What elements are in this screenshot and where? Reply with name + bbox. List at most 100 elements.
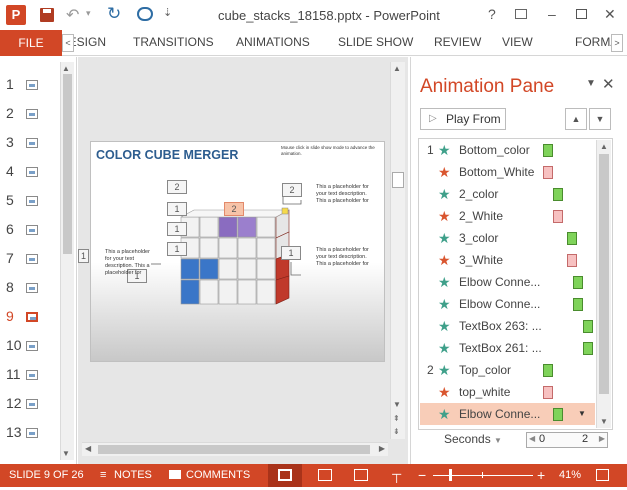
slide-thumbnail-icon[interactable] <box>26 109 38 119</box>
slide-thumbnail-number[interactable]: 12 <box>6 395 24 411</box>
slide-horizontal-scrollbar[interactable]: ◀ ▶ <box>82 442 388 456</box>
tab-slide-show[interactable]: SLIDE SHOW <box>338 30 413 56</box>
slide-vertical-scrollbar[interactable]: ▲ ▼ ⇞ ⇟ <box>390 62 405 439</box>
item-dropdown-icon[interactable]: ▼ <box>578 403 586 425</box>
undo-dropdown-icon[interactable]: ▾ <box>86 8 91 19</box>
slide-thumbnail-number[interactable]: 3 <box>6 134 24 150</box>
timing-bar[interactable] <box>567 254 577 267</box>
timing-bar[interactable] <box>553 210 563 223</box>
undo-icon[interactable]: ↶ <box>66 5 79 25</box>
minimize-button[interactable]: – <box>548 6 556 22</box>
slide-thumbnail-icon[interactable] <box>26 167 38 177</box>
animation-item[interactable]: ★ Elbow Conne... ▼ <box>420 403 595 425</box>
comments-button[interactable]: COMMENTS <box>186 464 250 487</box>
pane-close-icon[interactable]: ✕ <box>602 75 615 93</box>
placeholder-text-left: This a placeholder for your text descrip… <box>105 249 150 276</box>
customize-qat-icon[interactable]: ⇣ <box>163 6 172 19</box>
redo-icon[interactable]: ↻ <box>107 4 121 24</box>
slide-thumbnail-number[interactable]: 1 <box>6 76 24 92</box>
animation-list-scrollbar[interactable]: ▲ ▼ <box>596 140 611 428</box>
timing-bar[interactable] <box>553 188 563 201</box>
timing-bar[interactable] <box>583 320 593 333</box>
slide-sorter-icon[interactable] <box>318 469 332 481</box>
tab-transitions[interactable]: TRANSITIONS <box>133 30 214 56</box>
timing-bar[interactable] <box>583 342 593 355</box>
timing-bar[interactable] <box>573 298 583 311</box>
slide-thumbnail-icon[interactable] <box>26 341 38 351</box>
slide-thumbnail-number[interactable]: 11 <box>6 366 24 382</box>
slide-thumbnail-number[interactable]: 10 <box>6 337 24 353</box>
timing-bar[interactable] <box>573 276 583 289</box>
emphasis-star-icon: ★ <box>438 384 451 400</box>
close-button[interactable]: ✕ <box>604 6 616 23</box>
tab-review[interactable]: REVIEW <box>434 30 481 56</box>
animation-item[interactable]: ★ 2_White <box>420 205 595 227</box>
ribbon-scroll-right[interactable]: > <box>611 34 623 52</box>
slide-thumbnail-icon[interactable] <box>26 196 38 206</box>
normal-view-icon[interactable] <box>268 464 302 487</box>
zoom-in-button[interactable]: + <box>537 464 545 487</box>
slide-thumbnail-number[interactable]: 5 <box>6 192 24 208</box>
ribbon-scroll-left[interactable]: < <box>62 34 74 52</box>
timing-bar[interactable] <box>543 144 553 157</box>
timing-bar[interactable] <box>543 166 553 179</box>
slide-thumbnail-number[interactable]: 8 <box>6 279 24 295</box>
number-box: 1 <box>167 202 187 216</box>
slide-thumbnail-icon[interactable] <box>26 225 38 235</box>
save-icon[interactable] <box>40 8 54 22</box>
presenter-icon[interactable] <box>137 7 153 21</box>
seconds-dropdown[interactable]: Seconds ▼ <box>444 432 502 446</box>
slide-thumbnail-number[interactable]: 4 <box>6 163 24 179</box>
timing-bar[interactable] <box>567 232 577 245</box>
ribbon-display-icon[interactable] <box>515 9 527 19</box>
slide-thumbnail-icon[interactable] <box>26 312 38 322</box>
notes-button[interactable]: NOTES <box>114 464 152 487</box>
animation-item[interactable]: ★ TextBox 263: ... <box>420 315 595 337</box>
slide-thumbnail-icon[interactable] <box>26 399 38 409</box>
animation-item[interactable]: ★ 3_color <box>420 227 595 249</box>
pane-options-icon[interactable]: ▼ <box>586 78 596 89</box>
zoom-level[interactable]: 41% <box>559 464 581 487</box>
slide-canvas[interactable]: COLOR CUBE MERGER Mouse click in slide s… <box>78 141 385 362</box>
animation-item[interactable]: 1 ★ Bottom_color <box>420 139 595 161</box>
timing-bar[interactable] <box>543 386 553 399</box>
animation-item[interactable]: ★ Bottom_White <box>420 161 595 183</box>
file-tab[interactable]: FILE <box>0 30 62 56</box>
slide-thumbnail-number[interactable]: 2 <box>6 105 24 121</box>
fit-slide-icon[interactable] <box>596 469 609 481</box>
animation-item[interactable]: ★ 3_White <box>420 249 595 271</box>
move-up-button[interactable]: ▲ <box>565 108 587 130</box>
timeline-scrollbar[interactable]: ◀ 0 2 ▶ <box>526 432 608 448</box>
slide-thumbnail-number[interactable]: 13 <box>6 424 24 440</box>
reading-view-icon[interactable] <box>354 469 368 481</box>
play-from-button[interactable]: ▷ Play From <box>420 108 506 130</box>
slide-thumbnail-number[interactable]: 9 <box>6 308 24 324</box>
tab-format[interactable]: FORMAT <box>575 30 611 56</box>
animation-item[interactable]: ★ 2_color <box>420 183 595 205</box>
timing-bar[interactable] <box>543 364 553 377</box>
tab-animations[interactable]: ANIMATIONS <box>236 30 310 56</box>
thumbnails-scrollbar[interactable]: ▲ ▼ <box>60 62 74 460</box>
slide-thumbnail-number[interactable]: 7 <box>6 250 24 266</box>
animation-item[interactable]: ★ Elbow Conne... <box>420 293 595 315</box>
slide-thumbnail-icon[interactable] <box>26 138 38 148</box>
tab-design[interactable]: DESIGN <box>74 30 106 56</box>
slide-thumbnail-icon[interactable] <box>26 80 38 90</box>
timing-bar[interactable] <box>553 408 563 421</box>
animation-item[interactable]: 2 ★ Top_color <box>420 359 595 381</box>
tab-view[interactable]: VIEW <box>502 30 533 56</box>
slide-thumbnail-icon[interactable] <box>26 370 38 380</box>
animation-item[interactable]: ★ TextBox 261: ... <box>420 337 595 359</box>
animation-item[interactable]: ★ Elbow Conne... <box>420 271 595 293</box>
help-button[interactable]: ? <box>488 6 496 22</box>
animation-item[interactable]: ★ top_white <box>420 381 595 403</box>
notes-icon: ≡ <box>100 469 107 481</box>
slide-thumbnail-icon[interactable] <box>26 428 38 438</box>
zoom-out-button[interactable]: − <box>418 464 426 487</box>
maximize-button[interactable] <box>576 9 587 19</box>
slide-thumbnail-icon[interactable] <box>26 283 38 293</box>
zoom-slider[interactable] <box>433 469 533 481</box>
move-down-button[interactable]: ▼ <box>589 108 611 130</box>
slide-thumbnail-number[interactable]: 6 <box>6 221 24 237</box>
slide-thumbnail-icon[interactable] <box>26 254 38 264</box>
